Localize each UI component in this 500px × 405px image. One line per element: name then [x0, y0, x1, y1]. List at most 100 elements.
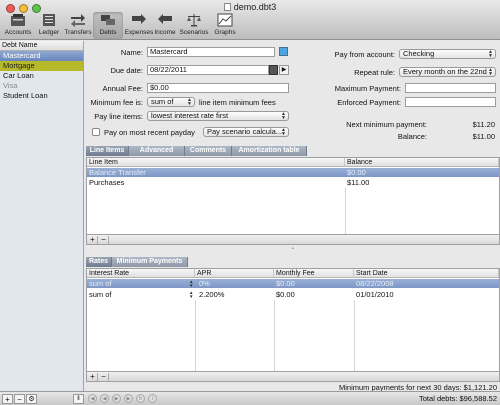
- toolbar-graphs-button[interactable]: Graphs: [210, 12, 240, 39]
- minimum-fee-value: sum of: [151, 97, 174, 106]
- add-line-item-button[interactable]: +: [88, 236, 98, 244]
- toolbar-label: Scenarios: [179, 29, 209, 36]
- tab-line-items[interactable]: Line Items: [86, 146, 129, 156]
- split-view-divider[interactable]: •: [86, 246, 500, 252]
- first-record-icon[interactable]: ◀: [88, 394, 97, 403]
- next-record-icon[interactable]: ▶: [112, 394, 121, 403]
- tab-comments[interactable]: Comments: [185, 146, 232, 156]
- monthly-fee-cell: $0.00: [276, 279, 295, 288]
- refresh-icon[interactable]: ↻: [136, 394, 145, 403]
- repeat-rule-label: Repeat rule:: [354, 68, 395, 77]
- sidebar-item-student-loan[interactable]: Student Loan: [0, 91, 83, 101]
- tab-advanced-options[interactable]: Advanced options: [129, 146, 185, 164]
- tab-minimum-payments[interactable]: Minimum Payments: [112, 257, 188, 267]
- income-icon: [158, 14, 172, 24]
- line-items-tabbar: Line Items Advanced options Comments Amo…: [86, 146, 500, 164]
- stepper-arrows-icon[interactable]: ▲ ▼: [189, 290, 193, 299]
- ledger-icon: [43, 14, 55, 26]
- column-header-apr[interactable]: APR: [195, 269, 274, 278]
- sidebar-item-visa[interactable]: Visa: [0, 81, 83, 91]
- rates-table: Interest Rate APR Monthly Fee Start Date…: [86, 268, 500, 372]
- table-row[interactable]: sum of ▲ ▼ 2.200% $0.00 01/01/2010: [87, 290, 499, 299]
- toolbar-accounts-button[interactable]: Accounts: [3, 12, 33, 39]
- toolbar-scenarios-button[interactable]: Scenarios: [179, 12, 209, 39]
- sidebar-item-mortgage[interactable]: Mortgage: [0, 61, 83, 71]
- popup-arrows-icon: ▲ ▼: [488, 49, 493, 59]
- annual-fee-field[interactable]: $0.00: [147, 83, 289, 93]
- due-date-field[interactable]: 08/22/2011: [147, 65, 269, 75]
- rates-button-bar: + −: [86, 372, 500, 382]
- gear-icon[interactable]: ⚙: [26, 394, 37, 404]
- remove-debt-button[interactable]: −: [14, 394, 25, 404]
- column-divider: [354, 300, 355, 371]
- pay-recent-checkbox[interactable]: [92, 128, 100, 136]
- name-label: Name:: [120, 48, 143, 57]
- interest-rate-cell: sum of: [89, 290, 112, 299]
- add-debt-button[interactable]: +: [2, 394, 13, 404]
- toolbar-label: Transfers: [64, 29, 92, 36]
- last-record-icon[interactable]: ▶: [124, 394, 133, 403]
- line-item-cell: Balance Transfer: [89, 168, 146, 177]
- pause-icon[interactable]: ‖: [73, 394, 84, 404]
- previous-record-icon[interactable]: ◀: [100, 394, 109, 403]
- pay-line-items-value: lowest interest rate first: [151, 111, 229, 120]
- minimum-fee-suffix: line item minimum fees: [199, 98, 276, 107]
- remove-line-item-button[interactable]: −: [99, 236, 109, 244]
- color-swatch[interactable]: [279, 47, 288, 56]
- next-minimum-payment-label: Next minimum payment:: [346, 120, 427, 129]
- sidebar-item-car-loan[interactable]: Car Loan: [0, 71, 83, 81]
- stepper-arrows-icon[interactable]: ▲ ▼: [189, 279, 193, 288]
- line-items-button-bar: + −: [86, 235, 500, 245]
- column-header-interest-rate[interactable]: Interest Rate: [87, 269, 195, 278]
- line-items-table: Line Item Balance Balance Transfer $0.00…: [86, 157, 500, 235]
- sidebar-header[interactable]: Debt Name: [0, 41, 83, 51]
- column-header-monthly-fee[interactable]: Monthly Fee: [274, 269, 354, 278]
- column-header-start-date[interactable]: Start Date: [354, 269, 499, 278]
- document-icon: [223, 3, 231, 11]
- debts-icon: [101, 15, 115, 25]
- name-field[interactable]: Mastercard: [147, 47, 275, 57]
- pay-line-items-popup[interactable]: lowest interest rate first ▲ ▼: [147, 111, 289, 121]
- app-window: demo.dbt3 Accounts Ledger Transfers Debt…: [0, 0, 500, 405]
- tab-amortization-table[interactable]: Amortization table: [232, 146, 307, 156]
- maximum-payment-field[interactable]: [405, 83, 496, 93]
- info-icon[interactable]: i: [148, 394, 157, 403]
- balance-label: Balance:: [397, 132, 427, 141]
- enforced-payment-field[interactable]: [405, 97, 496, 107]
- annual-fee-label: Annual Fee:: [102, 84, 143, 93]
- sidebar-item-mastercard[interactable]: Mastercard: [0, 51, 83, 61]
- repeat-rule-value: Every month on the 22nd: [403, 67, 487, 76]
- debts-sidebar: Debt Name Mastercard Mortgage Car Loan V…: [0, 41, 84, 391]
- popup-arrows-icon: ▲ ▼: [281, 111, 286, 121]
- toolbar-label: Accounts: [4, 29, 32, 36]
- table-row[interactable]: Balance Transfer $0.00: [87, 168, 499, 177]
- toolbar-income-button[interactable]: Income: [150, 12, 180, 39]
- minimum-fee-label: Minimum fee is:: [90, 98, 143, 107]
- column-header-line-item[interactable]: Line Item: [87, 158, 345, 167]
- toolbar-ledger-button[interactable]: Ledger: [34, 12, 64, 39]
- tab-rates[interactable]: Rates: [86, 257, 112, 267]
- column-header-balance[interactable]: Balance: [345, 158, 499, 167]
- table-row[interactable]: Purchases $11.00: [87, 178, 499, 187]
- pay-scenario-popup[interactable]: Pay scenario calcula... ▲ ▼: [203, 127, 289, 137]
- next-date-button[interactable]: ▶: [279, 65, 289, 75]
- expenses-icon: [132, 14, 146, 24]
- table-row[interactable]: sum of ▲ ▼ 0% $0.00 08/22/2008: [87, 279, 499, 288]
- minimum-fee-popup[interactable]: sum of ▲ ▼: [147, 97, 195, 107]
- transfers-icon: [71, 14, 85, 27]
- next-minimum-payment-value: $11.20: [472, 120, 495, 129]
- popup-arrows-icon: ▲ ▼: [187, 97, 192, 107]
- pay-from-popup[interactable]: Checking ▲ ▼: [399, 49, 496, 59]
- pay-recent-label: Pay on most recent payday: [104, 128, 195, 137]
- apr-cell: 0%: [199, 279, 210, 288]
- maximum-payment-label: Maximum Payment:: [334, 84, 401, 93]
- toolbar-debts-button[interactable]: Debts: [93, 12, 123, 39]
- column-divider: [195, 300, 196, 371]
- calendar-icon[interactable]: [269, 65, 278, 75]
- accounts-icon: [11, 14, 25, 26]
- repeat-rule-popup[interactable]: Every month on the 22nd ▲ ▼: [399, 67, 496, 77]
- toolbar-transfers-button[interactable]: Transfers: [63, 12, 93, 39]
- remove-rate-button[interactable]: −: [99, 373, 109, 381]
- add-rate-button[interactable]: +: [88, 373, 98, 381]
- toolbar-label: Income: [154, 29, 176, 36]
